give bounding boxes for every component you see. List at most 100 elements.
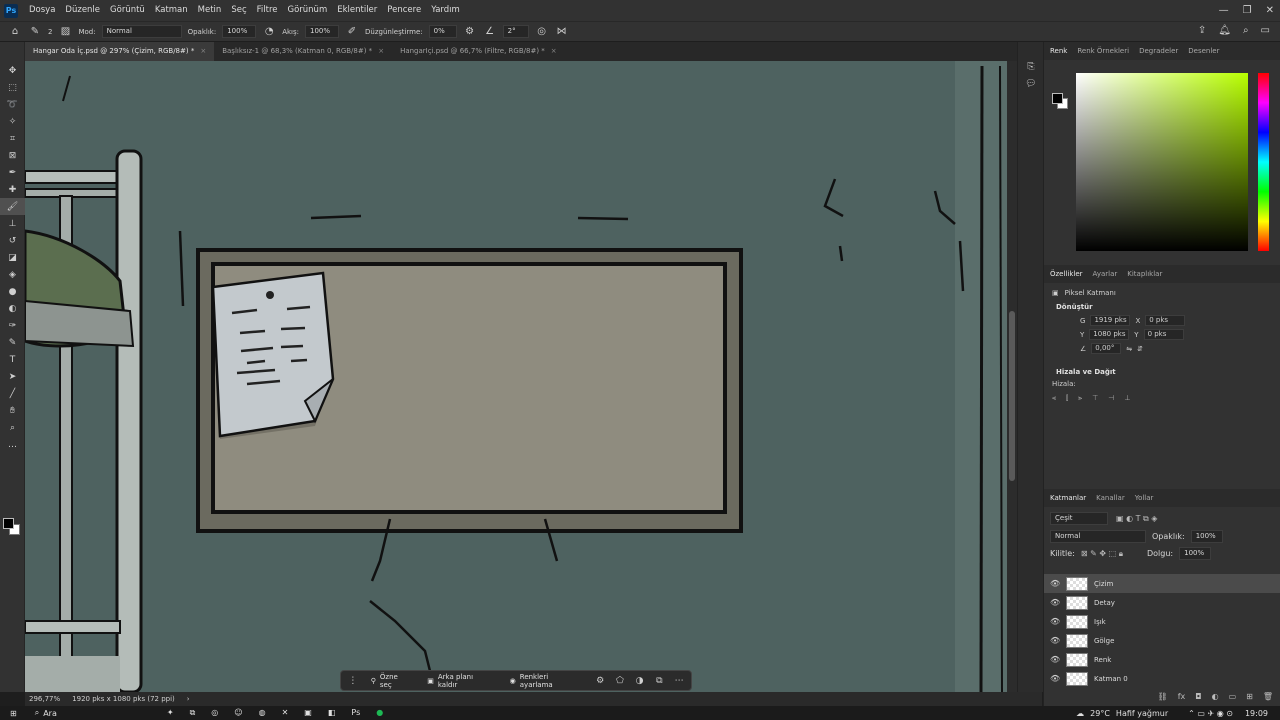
bucket-tool-icon[interactable]: ◈ — [0, 266, 25, 283]
copilot-icon[interactable]: ✦ — [167, 708, 174, 718]
lasso-tool-icon[interactable]: ➰ — [0, 96, 25, 113]
move-tool-icon[interactable]: ✥ — [0, 62, 25, 79]
menu-edit[interactable]: Düzenle — [60, 0, 105, 21]
workspace-icon[interactable]: ▭ — [1261, 25, 1270, 36]
tab-basliksiz[interactable]: Başlıksız-1 @ 68,3% (Katman 0, RGB/8#) *… — [214, 42, 392, 61]
line-tool-icon[interactable]: ╱ — [0, 385, 25, 402]
select-subject-button[interactable]: ⚲ Özne seç — [365, 673, 417, 689]
transform-heading[interactable]: Dönüştür — [1056, 303, 1272, 311]
layer-filter-select[interactable]: Çeşit — [1050, 512, 1108, 525]
fill-field[interactable]: 100% — [1179, 547, 1212, 560]
flip-vertical-icon[interactable]: ⇵ — [1137, 345, 1143, 353]
clock[interactable]: 19:09 — [1245, 709, 1268, 718]
foreground-color-swatch[interactable] — [3, 518, 14, 529]
pen-tool-alt-icon[interactable]: ✎ — [0, 334, 25, 351]
crop-tool-icon[interactable]: ⌗ — [0, 130, 25, 147]
link-icon[interactable]: ⛓ — [1158, 692, 1168, 701]
mask-icon[interactable]: ◘ — [1195, 692, 1201, 701]
eraser-tool-icon[interactable]: ◪ — [0, 249, 25, 266]
restore-icon[interactable]: ❐ — [1243, 5, 1252, 16]
brush-size[interactable]: 2 — [48, 28, 52, 36]
layer-opacity-field[interactable]: 100% — [1190, 530, 1223, 543]
tab-properties[interactable]: Özellikler — [1050, 270, 1083, 278]
more-options-icon[interactable]: ⋯ — [671, 676, 687, 686]
eye-icon[interactable]: 👁︎ — [1050, 636, 1060, 645]
close-icon[interactable]: × — [378, 42, 384, 61]
eye-icon[interactable]: 👁︎ — [1050, 579, 1060, 588]
tab-layers[interactable]: Katmanlar — [1050, 494, 1086, 502]
scroll-thumb[interactable] — [1009, 311, 1015, 481]
steam-icon[interactable]: ◍ — [259, 708, 266, 718]
app2-icon[interactable]: ◧ — [328, 708, 336, 718]
blur-tool-icon[interactable]: ● — [0, 283, 25, 300]
new-layer-icon[interactable]: ⊞ — [1246, 692, 1253, 701]
transform-icon[interactable]: ⬠ — [612, 676, 628, 686]
lock-icons[interactable]: ⊠ ✎ ✥ ⬚ 🔒︎ — [1081, 549, 1123, 559]
eye-icon[interactable]: 👁︎ — [1050, 617, 1060, 626]
airbrush-icon[interactable]: ✐ — [345, 25, 359, 39]
flow-field[interactable]: 100% — [305, 25, 339, 38]
menu-layer[interactable]: Katman — [150, 0, 193, 21]
menu-filter[interactable]: Filtre — [252, 0, 283, 21]
healing-tool-icon[interactable]: ✚ — [0, 181, 25, 198]
search-icon[interactable]: ⌕ — [1243, 25, 1249, 36]
chrome-icon[interactable]: ◎ — [211, 708, 218, 718]
layer-row[interactable]: 👁︎ Işık — [1044, 612, 1280, 631]
dodge-tool-icon[interactable]: ◐ — [0, 300, 25, 317]
more-tools-icon[interactable]: … — [0, 436, 25, 453]
type-tool-icon[interactable]: T — [0, 351, 25, 368]
layer-row[interactable]: 👁︎ Renk — [1044, 650, 1280, 669]
menu-select[interactable]: Seç — [226, 0, 251, 21]
color-fg-swatch[interactable] — [1052, 93, 1063, 104]
layer-row[interactable]: 👁︎ Katman 0 — [1044, 669, 1280, 688]
search-icon[interactable]: ⌕ — [35, 708, 39, 718]
settings-icon[interactable]: ⚙ — [592, 676, 608, 686]
drag-handle-icon[interactable]: ⋮ — [345, 676, 361, 686]
stamp-tool-icon[interactable]: ⊥ — [0, 215, 25, 232]
adjust-colors-button[interactable]: ◉ Renkleri ayarlama — [504, 673, 589, 689]
discord-icon[interactable]: ☺ — [234, 708, 242, 718]
weather-desc[interactable]: Hafif yağmur — [1116, 709, 1168, 718]
gear-icon[interactable]: ⚙ — [463, 25, 477, 39]
app-icon[interactable]: ▣ — [304, 708, 312, 718]
opacity-field[interactable]: 100% — [222, 25, 257, 38]
color-field[interactable] — [1076, 73, 1248, 251]
fx-icon[interactable]: fx — [1178, 692, 1186, 701]
layer-row[interactable]: 👁︎ Gölge — [1044, 631, 1280, 650]
frame-tool-icon[interactable]: ⊠ — [0, 147, 25, 164]
path-select-icon[interactable]: ➤ — [0, 368, 25, 385]
angle-field[interactable]: 0,00° — [1091, 343, 1122, 354]
close-icon[interactable]: × — [200, 42, 206, 61]
trash-icon[interactable]: 🗑︎ — [1263, 692, 1273, 701]
close-icon[interactable]: ✕ — [1266, 5, 1274, 16]
x-field[interactable]: 0 pks — [1145, 315, 1186, 326]
capcut-icon[interactable]: ✕ — [282, 708, 289, 718]
pressure-size-icon[interactable]: ◎ — [535, 25, 549, 39]
menu-view[interactable]: Görünüm — [283, 0, 333, 21]
eye-icon[interactable]: 👁︎ — [1050, 598, 1060, 607]
bell-icon[interactable]: 🔔︎ — [1218, 25, 1231, 36]
quick-select-tool-icon[interactable]: ✧ — [0, 113, 25, 130]
eyedropper-tool-icon[interactable]: ✒ — [0, 164, 25, 181]
align-left-icon[interactable]: ⫷ — [1052, 394, 1056, 403]
marquee-tool-icon[interactable]: ⬚ — [0, 79, 25, 96]
menu-image[interactable]: Görüntü — [105, 0, 150, 21]
folder-icon[interactable]: ▭ — [1229, 692, 1237, 701]
tab-color[interactable]: Renk — [1050, 47, 1067, 55]
angle-field[interactable]: 2° — [502, 25, 529, 38]
tray-icons[interactable]: ⌃ ▭ ✈ ◉ ⊙ — [1188, 709, 1233, 718]
brush-settings-icon[interactable]: ▨ — [58, 25, 72, 39]
tab-patterns[interactable]: Desenler — [1188, 47, 1219, 55]
tab-swatches[interactable]: Renk Örnekleri — [1077, 47, 1129, 55]
history-brush-icon[interactable]: ↺ — [0, 232, 25, 249]
generate-icon[interactable]: ⧉ — [651, 676, 667, 686]
vertical-scrollbar[interactable] — [1007, 61, 1017, 692]
tab-paths[interactable]: Yollar — [1135, 494, 1154, 502]
weather-temp[interactable]: 29°C — [1090, 709, 1110, 718]
pen-tool-icon[interactable]: ✑ — [0, 317, 25, 334]
document-canvas[interactable] — [25, 61, 1017, 692]
tab-gradients[interactable]: Degradeler — [1139, 47, 1178, 55]
zoom-level[interactable]: 296,77% — [29, 695, 60, 703]
align-center-icon[interactable]: ⫿ — [1066, 394, 1068, 403]
mode-select[interactable]: Normal — [101, 25, 182, 38]
